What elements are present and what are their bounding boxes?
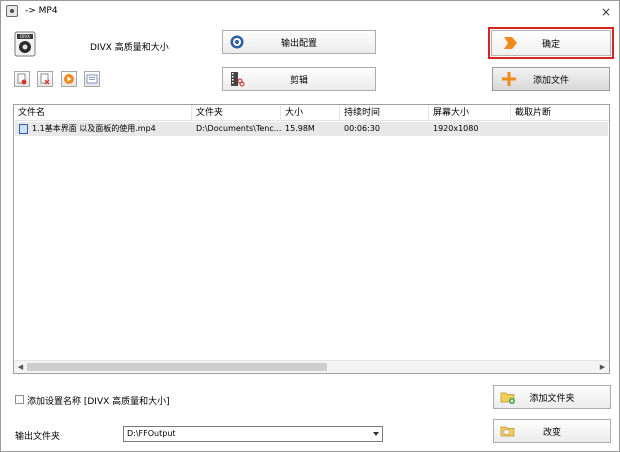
clear-icon[interactable] [37,71,53,87]
column-header-clip[interactable]: 截取片断 [511,105,609,121]
divx-profile-icon: DIVX [14,31,36,57]
svg-text:DIVX: DIVX [20,34,30,39]
column-header-folder[interactable]: 文件夹 [192,105,281,121]
scroll-right-icon[interactable]: ▶ [596,361,609,373]
close-button[interactable]: × [598,4,614,20]
column-header-filename[interactable]: 文件名 [14,105,192,121]
add-setting-name-label: 添加设置名称 [DIVX 高质量和大小] [27,397,170,407]
output-config-button[interactable]: 输出配置 [222,30,376,54]
title-bar: -> MP4 × [1,1,619,23]
add-file-button[interactable]: 添加文件 [492,67,610,91]
add-folder-button[interactable]: 添加文件夹 [493,385,611,409]
horizontal-scrollbar[interactable]: ◀ ▶ [14,360,609,373]
file-list-header: 文件名 文件夹 大小 持续时间 屏幕大小 截取片断 [14,105,609,121]
add-folder-label: 添加文件夹 [529,393,575,404]
ok-label: 确定 [541,39,560,50]
cell-duration: 00:06:30 [344,124,380,133]
window-title: -> MP4 [25,6,58,16]
video-file-icon [19,124,28,134]
output-config-label: 输出配置 [280,38,317,49]
scroll-left-icon[interactable]: ◀ [14,361,27,373]
output-folder-value: D:\FFOutput [127,429,176,438]
change-folder-button[interactable]: 改变 [493,419,611,443]
cell-resolution: 1920x1080 [433,124,479,133]
change-label: 改变 [542,427,561,438]
gear-icon [229,34,245,50]
clip-button[interactable]: 剪辑 [222,67,376,91]
table-row[interactable]: 1.1基本界面 以及面板的使用.mp4 D:\Documents\Tenc...… [15,122,608,136]
play-icon[interactable] [61,71,77,87]
column-header-resolution[interactable]: 屏幕大小 [429,105,511,121]
column-header-duration[interactable]: 持续时间 [340,105,429,121]
output-folder-label: 输出文件夹 [15,432,61,442]
ok-button[interactable]: 确定 [491,30,611,56]
film-scissors-icon [229,71,245,87]
add-file-label: 添加文件 [532,75,569,86]
scrollbar-thumb[interactable] [27,363,327,371]
cell-clip [511,122,608,136]
cell-folder: D:\Documents\Tenc... [196,124,281,133]
folder-icon [500,423,516,439]
profile-name: DIVX 高质量和大小 [90,43,169,53]
clip-label: 剪辑 [289,75,308,86]
add-setting-name-checkbox[interactable] [15,395,24,404]
file-list[interactable]: 文件名 文件夹 大小 持续时间 屏幕大小 截取片断 1.1基本界面 以及面板的使… [13,104,610,374]
folder-plus-icon [500,389,516,405]
cell-filename: 1.1基本界面 以及面板的使用.mp4 [32,124,156,133]
output-folder-select[interactable]: D:\FFOutput [123,426,383,442]
info-icon[interactable] [84,71,100,87]
cell-size: 15.98M [285,124,315,133]
plus-icon [501,71,517,87]
app-icon [6,5,18,17]
remove-icon[interactable] [14,71,30,87]
column-header-size[interactable]: 大小 [281,105,340,121]
chevron-down-icon [373,432,379,436]
arrow-right-icon [502,35,518,51]
convert-window: -> MP4 × DIVX DIVX 高质量和大小 输出配置 确定 剪辑 添加文… [0,0,620,452]
